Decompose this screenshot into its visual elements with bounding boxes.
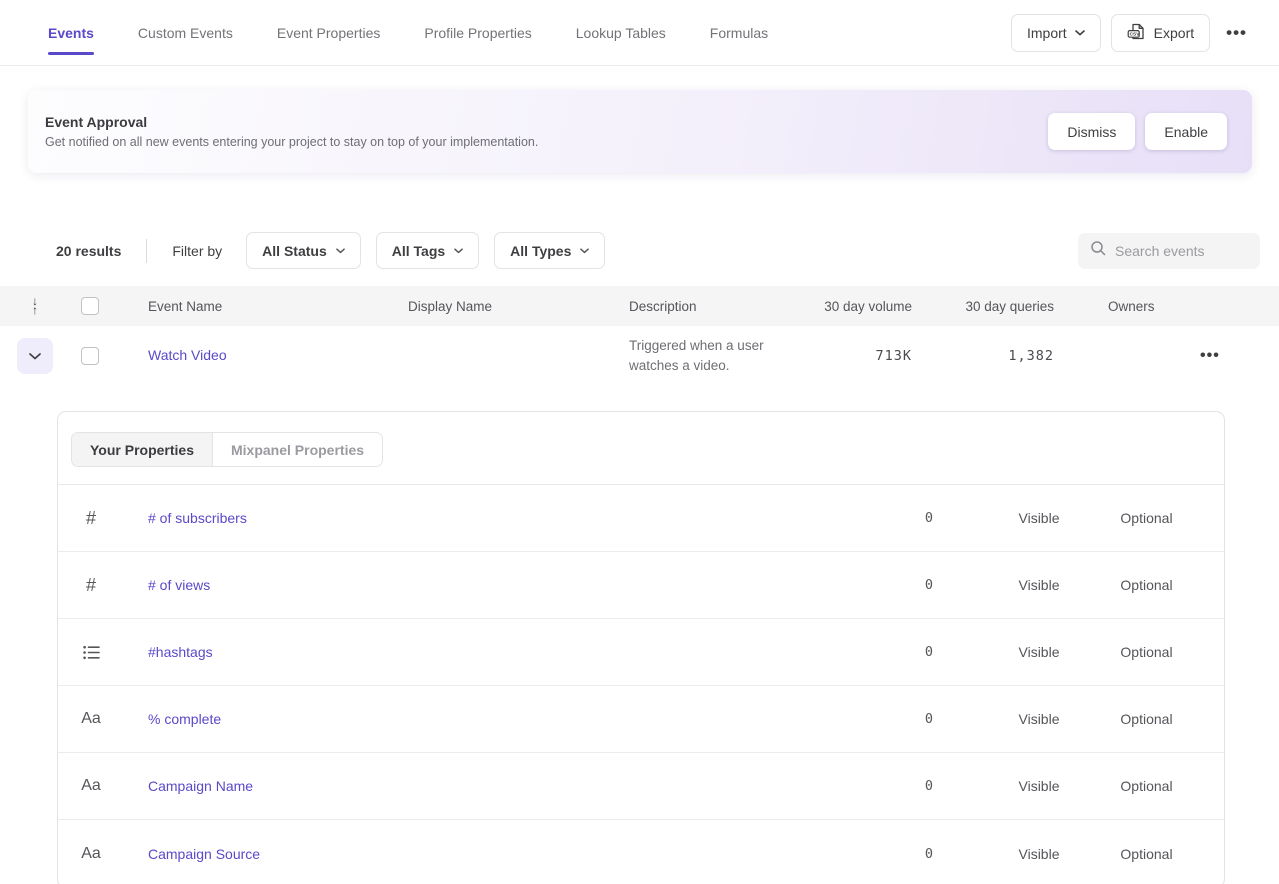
collapse-row-button[interactable]	[17, 338, 53, 374]
filter-by-label: Filter by	[172, 243, 222, 259]
tags-filter-dropdown[interactable]: All Tags	[376, 232, 479, 269]
properties-panel: Your Properties Mixpanel Properties # # …	[57, 411, 1225, 884]
tags-filter-label: All Tags	[392, 243, 445, 259]
property-row: # # of subscribers 0 Visible Optional	[58, 485, 1224, 552]
property-visibility: Visible	[989, 711, 1089, 727]
banner-actions: Dismiss Enable	[1048, 113, 1227, 150]
property-value: 0	[869, 644, 989, 660]
search-events-input[interactable]	[1115, 243, 1248, 259]
results-count: 20 results	[56, 243, 121, 259]
svg-text:CSV: CSV	[1129, 31, 1140, 37]
property-value: 0	[869, 778, 989, 794]
status-filter-label: All Status	[262, 243, 327, 259]
properties-tabs-area: Your Properties Mixpanel Properties	[58, 412, 1224, 485]
events-table-header: ↓↑ Event Name Display Name Description 3…	[0, 286, 1279, 326]
property-visibility: Visible	[989, 577, 1089, 593]
property-requirement: Optional	[1089, 711, 1204, 727]
property-visibility: Visible	[989, 510, 1089, 526]
chevron-down-icon	[580, 248, 589, 254]
select-all-checkbox[interactable]	[81, 297, 99, 315]
event-name-link[interactable]: Watch Video	[148, 347, 227, 363]
nav-actions: Import CSV Export •••	[1011, 14, 1253, 52]
search-icon	[1090, 240, 1106, 261]
column-description: Description	[629, 299, 820, 314]
tab-profile-properties[interactable]: Profile Properties	[424, 0, 531, 65]
properties-tab-control: Your Properties Mixpanel Properties	[71, 432, 383, 467]
export-button-label: Export	[1154, 25, 1194, 41]
tab-custom-events[interactable]: Custom Events	[138, 0, 233, 65]
property-requirement: Optional	[1089, 644, 1204, 660]
event-description: Triggered when a user watches a video.	[629, 336, 820, 377]
property-row: Aa Campaign Name 0 Visible Optional	[58, 753, 1224, 820]
property-name-link[interactable]: # of views	[124, 577, 869, 593]
types-filter-dropdown[interactable]: All Types	[494, 232, 605, 269]
search-events-box	[1078, 233, 1260, 269]
property-row: # # of views 0 Visible Optional	[58, 552, 1224, 619]
event-row-watch-video: Watch Video Triggered when a user watche…	[0, 326, 1279, 386]
nav-tabs: Events Custom Events Event Properties Pr…	[48, 0, 768, 65]
enable-button[interactable]: Enable	[1145, 113, 1227, 150]
tab-mixpanel-properties[interactable]: Mixpanel Properties	[213, 433, 382, 466]
property-value: 0	[869, 510, 989, 526]
filter-bar: 20 results Filter by All Status All Tags…	[0, 232, 1279, 269]
tab-events[interactable]: Events	[48, 0, 94, 65]
property-visibility: Visible	[989, 778, 1089, 794]
property-requirement: Optional	[1089, 778, 1204, 794]
property-requirement: Optional	[1089, 510, 1204, 526]
property-value: 0	[869, 711, 989, 727]
chevron-down-icon	[336, 248, 345, 254]
status-filter-dropdown[interactable]: All Status	[246, 232, 361, 269]
top-navigation: Events Custom Events Event Properties Pr…	[0, 0, 1279, 66]
event-approval-banner: Event Approval Get notified on all new e…	[28, 90, 1252, 173]
property-visibility: Visible	[989, 644, 1089, 660]
property-requirement: Optional	[1089, 577, 1204, 593]
import-button[interactable]: Import	[1011, 14, 1101, 52]
chevron-down-icon	[454, 248, 463, 254]
export-button[interactable]: CSV Export	[1111, 14, 1210, 52]
row-checkbox[interactable]	[81, 347, 99, 365]
row-more-button[interactable]: •••	[1200, 347, 1238, 365]
event-volume: 713K	[820, 348, 920, 364]
csv-file-icon: CSV	[1127, 22, 1146, 44]
column-owners: Owners	[1062, 299, 1200, 314]
property-name-link[interactable]: #hashtags	[124, 644, 869, 660]
property-name-link[interactable]: Campaign Name	[124, 778, 869, 794]
collapse-all-icon[interactable]: ↓↑	[0, 297, 70, 314]
list-icon	[58, 645, 124, 660]
chevron-down-icon	[1075, 30, 1085, 36]
number-icon: #	[58, 575, 124, 596]
property-name-link[interactable]: Campaign Source	[124, 846, 869, 862]
column-volume: 30 day volume	[820, 299, 920, 314]
column-display-name: Display Name	[408, 299, 629, 314]
property-row: Aa % complete 0 Visible Optional	[58, 686, 1224, 753]
tab-your-properties[interactable]: Your Properties	[72, 433, 213, 466]
number-icon: #	[58, 508, 124, 529]
types-filter-label: All Types	[510, 243, 571, 259]
event-queries: 1,382	[920, 348, 1062, 364]
property-requirement: Optional	[1089, 846, 1204, 862]
property-row: #hashtags 0 Visible Optional	[58, 619, 1224, 686]
banner-text: Event Approval Get notified on all new e…	[45, 114, 538, 149]
tab-formulas[interactable]: Formulas	[710, 0, 768, 65]
property-row: Aa Campaign Source 0 Visible Optional	[58, 820, 1224, 884]
text-icon: Aa	[58, 845, 124, 863]
property-value: 0	[869, 577, 989, 593]
dismiss-button[interactable]: Dismiss	[1048, 113, 1135, 150]
column-queries: 30 day queries	[920, 299, 1062, 314]
text-icon: Aa	[58, 777, 124, 795]
column-event-name: Event Name	[110, 299, 408, 314]
property-name-link[interactable]: # of subscribers	[124, 510, 869, 526]
banner-description: Get notified on all new events entering …	[45, 135, 538, 149]
tab-lookup-tables[interactable]: Lookup Tables	[576, 0, 666, 65]
tab-event-properties[interactable]: Event Properties	[277, 0, 381, 65]
property-visibility: Visible	[989, 846, 1089, 862]
divider	[146, 239, 147, 263]
property-value: 0	[869, 846, 989, 862]
property-name-link[interactable]: % complete	[124, 711, 869, 727]
events-table: ↓↑ Event Name Display Name Description 3…	[0, 286, 1279, 386]
import-button-label: Import	[1027, 25, 1067, 41]
nav-more-button[interactable]: •••	[1220, 23, 1253, 43]
text-icon: Aa	[58, 710, 124, 728]
banner-title: Event Approval	[45, 114, 538, 130]
